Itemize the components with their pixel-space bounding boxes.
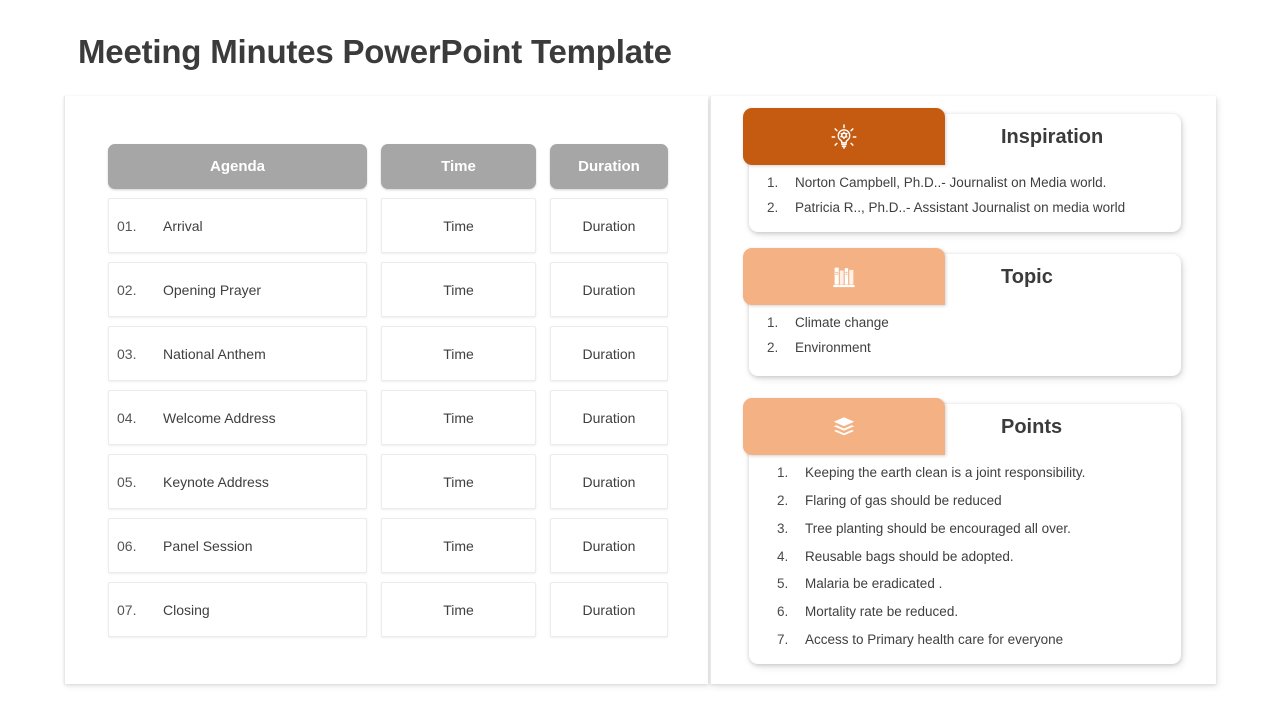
agenda-row-label: National Anthem xyxy=(163,345,266,362)
duration-cell[interactable]: Duration xyxy=(550,326,668,381)
agenda-row-number: 03. xyxy=(117,345,137,362)
list-item-text: Mortality rate be reduced. xyxy=(805,604,959,620)
card-topic-title: Topic xyxy=(1001,266,1053,288)
list-item-text: Flaring of gas should be reduced xyxy=(805,492,1002,508)
column-header-agenda[interactable]: Agenda xyxy=(108,144,367,189)
list-item-number: 1. xyxy=(777,465,789,480)
agenda-cell[interactable]: 02. Opening Prayer xyxy=(108,262,367,317)
agenda-row-number: 05. xyxy=(117,473,137,490)
books-shelf-icon xyxy=(829,262,859,292)
agenda-table: Agenda Time Duration 01. Arrival Time Durat… xyxy=(108,144,668,646)
agenda-row-number: 04. xyxy=(117,409,137,426)
agenda-cell[interactable]: 06. Panel Session xyxy=(108,518,367,573)
info-cards-panel: Inspiration 1. Norton Campbell, Ph.D..- J… xyxy=(710,96,1216,684)
list-item-text: Norton Campbell, Ph.D..- Journalist on M… xyxy=(795,175,1107,190)
table-row[interactable]: 03. National Anthem Time Duration xyxy=(108,326,668,381)
list-item: 2. Environment xyxy=(767,339,1171,356)
table-row[interactable]: 05. Keynote Address Time Duration xyxy=(108,454,668,509)
list-item: 7. Access to Primary health care for ever… xyxy=(777,632,1171,648)
duration-cell[interactable]: Duration xyxy=(550,518,668,573)
agenda-cell[interactable]: 04. Welcome Address xyxy=(108,390,367,445)
table-row[interactable]: 01. Arrival Time Duration xyxy=(108,198,668,253)
list-item-number: 7. xyxy=(777,632,789,648)
list-item-number: 2. xyxy=(777,492,789,508)
time-cell[interactable]: Time xyxy=(381,390,536,445)
duration-cell[interactable]: Duration xyxy=(550,582,668,637)
agenda-row-label: Opening Prayer xyxy=(163,281,262,298)
agenda-cell[interactable]: 05. Keynote Address xyxy=(108,454,367,509)
list-item-text: Reusable bags should be adopted. xyxy=(805,548,1014,564)
card-topic-list: 1. Climate change 2. Environment xyxy=(767,315,1171,366)
lightbulb-idea-icon xyxy=(829,122,859,152)
table-row[interactable]: 06. Panel Session Time Duration xyxy=(108,518,668,573)
list-item: 5. Malaria be eradicated . xyxy=(777,577,1171,592)
card-inspiration-title: Inspiration xyxy=(1001,126,1104,148)
card-points-header xyxy=(743,398,945,455)
stacked-layers-icon xyxy=(829,412,859,442)
list-item: 4. Reusable bags should be adopted. xyxy=(777,548,1171,565)
list-item: 1. Keeping the earth clean is a joint res… xyxy=(777,465,1171,481)
list-item-text: Climate change xyxy=(795,315,889,330)
agenda-row-number: 01. xyxy=(117,217,137,234)
card-inspiration-list: 1. Norton Campbell, Ph.D..- Journalist on… xyxy=(767,175,1171,226)
agenda-row-label: Closing xyxy=(163,601,210,618)
list-item-text: Access to Primary health care for everyo… xyxy=(805,632,1064,648)
time-cell[interactable]: Time xyxy=(381,518,536,573)
list-item-text: Patricia R.., Ph.D..- Assistant Journali… xyxy=(795,199,1126,215)
agenda-cell[interactable]: 03. National Anthem xyxy=(108,326,367,381)
list-item-text: Keeping the earth clean is a joint respo… xyxy=(805,465,1086,480)
card-topic[interactable]: Topic 1. Climate change 2. Environment xyxy=(743,248,1181,376)
agenda-row-number: 02. xyxy=(117,281,137,298)
list-item-number: 4. xyxy=(777,548,789,564)
column-header-time[interactable]: Time xyxy=(381,144,536,189)
card-points-list: 1. Keeping the earth clean is a joint res… xyxy=(777,465,1171,661)
column-header-duration[interactable]: Duration xyxy=(550,144,668,189)
agenda-row-label: Arrival xyxy=(163,217,203,234)
list-item-text: Environment xyxy=(795,339,871,355)
page-title: Meeting Minutes PowerPoint Template xyxy=(78,33,672,70)
agenda-table-header-row: Agenda Time Duration xyxy=(108,144,668,189)
time-cell[interactable]: Time xyxy=(381,262,536,317)
list-item-number: 1. xyxy=(767,315,779,330)
time-cell[interactable]: Time xyxy=(381,582,536,637)
card-points[interactable]: Points 1. Keeping the earth clean is a jo… xyxy=(743,398,1181,664)
agenda-table-body: 01. Arrival Time Duration 02. Opening Prayer T… xyxy=(108,198,668,637)
list-item-number: 1. xyxy=(767,175,779,190)
list-item: 2. Patricia R.., Ph.D..- Assistant Journa… xyxy=(767,199,1171,216)
list-item-text: Malaria be eradicated . xyxy=(805,576,943,592)
list-item-number: 2. xyxy=(767,339,779,355)
agenda-row-number: 07. xyxy=(117,601,137,618)
agenda-panel: Agenda Time Duration 01. Arrival Time Durat… xyxy=(64,96,708,684)
list-item-number: 3. xyxy=(777,520,789,536)
time-cell[interactable]: Time xyxy=(381,326,536,381)
agenda-cell[interactable]: 01. Arrival xyxy=(108,198,367,253)
list-item-text: Tree planting should be encouraged all o… xyxy=(805,520,1071,536)
card-inspiration-header xyxy=(743,108,945,165)
agenda-row-label: Welcome Address xyxy=(163,409,276,426)
agenda-row-label: Panel Session xyxy=(163,537,253,554)
time-cell[interactable]: Time xyxy=(381,198,536,253)
table-row[interactable]: 04. Welcome Address Time Duration xyxy=(108,390,668,445)
duration-cell[interactable]: Duration xyxy=(550,198,668,253)
duration-cell[interactable]: Duration xyxy=(550,262,668,317)
list-item: 2. Flaring of gas should be reduced xyxy=(777,492,1171,509)
time-cell[interactable]: Time xyxy=(381,454,536,509)
list-item-number: 6. xyxy=(777,604,789,620)
list-item: 1. Climate change xyxy=(767,315,1171,331)
card-points-title: Points xyxy=(1001,416,1063,438)
card-inspiration[interactable]: Inspiration 1. Norton Campbell, Ph.D..- J… xyxy=(743,108,1181,232)
list-item-number: 5. xyxy=(777,576,789,592)
agenda-row-label: Keynote Address xyxy=(163,473,269,490)
agenda-row-number: 06. xyxy=(117,537,137,554)
list-item: 3. Tree planting should be encouraged all… xyxy=(777,520,1171,537)
table-row[interactable]: 07. Closing Time Duration xyxy=(108,582,668,637)
card-topic-header xyxy=(743,248,945,305)
list-item: 6. Mortality rate be reduced. xyxy=(777,604,1171,620)
agenda-cell[interactable]: 07. Closing xyxy=(108,582,367,637)
table-row[interactable]: 02. Opening Prayer Time Duration xyxy=(108,262,668,317)
duration-cell[interactable]: Duration xyxy=(550,454,668,509)
list-item: 1. Norton Campbell, Ph.D..- Journalist on… xyxy=(767,175,1171,191)
duration-cell[interactable]: Duration xyxy=(550,390,668,445)
list-item-number: 2. xyxy=(767,199,779,215)
